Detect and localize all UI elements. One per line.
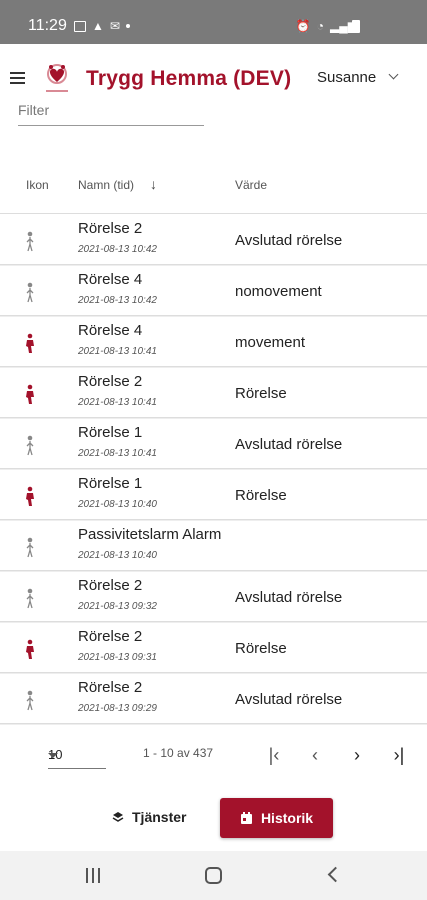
person-active-icon	[26, 384, 34, 404]
row-time: 2021-08-13 10:40	[78, 550, 157, 561]
status-bar: 11:29 ▲ ✉ ⏰ ◔ ▂▄▆	[0, 0, 427, 44]
previous-page-icon[interactable]: ‹	[303, 744, 327, 768]
wifi-icon: ◔	[316, 19, 325, 33]
person-active-icon	[26, 639, 34, 659]
row-value: Avslutad rörelse	[235, 691, 343, 708]
person-idle-icon	[26, 537, 34, 558]
table-row[interactable]: Rörelse 2 2021-08-13 09:29 Avslutad rörels…	[0, 673, 427, 724]
row-time: 2021-08-13 09:32	[78, 601, 157, 612]
gallery-icon	[74, 20, 86, 32]
alarm-icon: ⏰	[295, 19, 311, 33]
table-row[interactable]: Passivitetslarm Alarm 2021-08-13 10:40	[0, 520, 427, 571]
system-icons: ⏰ ◔ ▂▄▆	[296, 19, 357, 33]
row-name: Rörelse 4	[78, 322, 143, 339]
next-page-icon[interactable]: ›	[345, 744, 369, 768]
warning-icon: ▲	[92, 19, 104, 33]
table-row[interactable]: Rörelse 1 2021-08-13 10:41 Avslutad rörels…	[0, 418, 427, 469]
row-time: 2021-08-13 10:41	[78, 346, 157, 357]
history-label: Historik	[260, 810, 314, 826]
row-time: 2021-08-13 10:42	[78, 295, 157, 306]
mail-icon: ✉	[109, 19, 120, 33]
row-time: 2021-08-13 10:41	[78, 397, 157, 408]
row-name: Rörelse 1	[78, 475, 143, 492]
app-title: Trygg Hemma (DEV)	[86, 67, 292, 90]
battery-icon	[352, 20, 360, 33]
table-body: Rörelse 2 2021-08-13 10:42 Avslutad rörels…	[0, 214, 427, 724]
table-row[interactable]: Rörelse 1 2021-08-13 10:40 Rörelse	[0, 469, 427, 520]
person-idle-icon	[26, 435, 34, 456]
page-size-select[interactable]: 10	[48, 745, 106, 769]
row-value: Avslutad rörelse	[235, 232, 343, 249]
calendar-icon	[240, 811, 252, 824]
row-time: 2021-08-13 10:42	[78, 244, 157, 255]
row-value: Rörelse	[235, 385, 287, 402]
table-row[interactable]: Rörelse 4 2021-08-13 10:41 movement	[0, 316, 427, 367]
history-button[interactable]: Historik	[220, 798, 333, 838]
header-name[interactable]: Namn (tid)	[78, 178, 134, 192]
chevron-down-icon[interactable]	[388, 69, 399, 80]
row-name: Rörelse 1	[78, 424, 143, 441]
row-value: nomovement	[235, 283, 322, 300]
last-page-icon[interactable]: ›|	[387, 744, 411, 768]
row-name: Rörelse 2	[78, 577, 143, 594]
person-idle-icon	[26, 588, 34, 609]
sort-arrow-down-icon[interactable]: ↓	[150, 176, 157, 192]
menu-icon[interactable]	[10, 72, 25, 87]
person-idle-icon	[26, 282, 34, 303]
header-icon: Ikon	[26, 178, 49, 192]
table-row[interactable]: Rörelse 2 2021-08-13 10:42 Avslutad rörels…	[0, 214, 427, 265]
table-header: Ikon Namn (tid) ↓ Värde	[0, 174, 427, 214]
row-name: Rörelse 2	[78, 373, 143, 390]
home-icon[interactable]	[205, 867, 222, 884]
row-name: Rörelse 2	[78, 220, 143, 237]
notification-icons: ▲ ✉	[74, 19, 130, 33]
row-value: Rörelse	[235, 487, 287, 504]
services-button[interactable]: Tjänster	[112, 797, 186, 837]
row-name: Rörelse 2	[78, 628, 143, 645]
table-row[interactable]: Rörelse 2 2021-08-13 09:31 Rörelse	[0, 622, 427, 673]
row-value: Avslutad rörelse	[235, 589, 343, 606]
row-time: 2021-08-13 09:31	[78, 652, 157, 663]
row-name: Rörelse 4	[78, 271, 143, 288]
table-row[interactable]: Rörelse 2 2021-08-13 10:41 Rörelse	[0, 367, 427, 418]
person-idle-icon	[26, 231, 34, 252]
user-menu[interactable]: Susanne	[317, 69, 376, 86]
person-idle-icon	[26, 690, 34, 711]
header-value: Värde	[235, 178, 268, 192]
more-notifications-icon	[125, 24, 130, 28]
bottom-actions: Tjänster Historik	[0, 797, 427, 839]
row-value: movement	[235, 334, 306, 351]
row-name: Passivitetslarm Alarm	[78, 526, 222, 543]
table-row[interactable]: Rörelse 2 2021-08-13 09:32 Avslutad rörels…	[0, 571, 427, 622]
row-time: 2021-08-13 10:41	[78, 448, 157, 459]
row-name: Rörelse 2	[78, 679, 143, 696]
recent-apps-icon[interactable]	[86, 868, 100, 883]
trygg-hemma-logo	[46, 64, 68, 92]
filter-field[interactable]: Filter	[18, 100, 204, 126]
row-time: 2021-08-13 10:40	[78, 499, 157, 510]
system-nav-bar	[0, 851, 427, 900]
page-range: 1 - 10 av 437	[143, 746, 214, 760]
status-time: 11:29	[28, 17, 67, 34]
paginator: 10 1 - 10 av 437 |‹ ‹ › ›|	[0, 735, 427, 775]
dropdown-caret-icon	[48, 753, 58, 758]
row-value: Rörelse	[235, 640, 287, 657]
table-row[interactable]: Rörelse 4 2021-08-13 10:42 nomovement	[0, 265, 427, 316]
back-icon[interactable]	[327, 866, 344, 883]
first-page-icon[interactable]: |‹	[262, 744, 286, 768]
person-active-icon	[26, 486, 34, 506]
row-value: Avslutad rörelse	[235, 436, 343, 453]
person-active-icon	[26, 333, 34, 353]
services-label: Tjänster	[132, 809, 187, 825]
row-time: 2021-08-13 09:29	[78, 703, 157, 714]
layers-icon	[112, 812, 124, 822]
filter-label: Filter	[18, 102, 50, 118]
